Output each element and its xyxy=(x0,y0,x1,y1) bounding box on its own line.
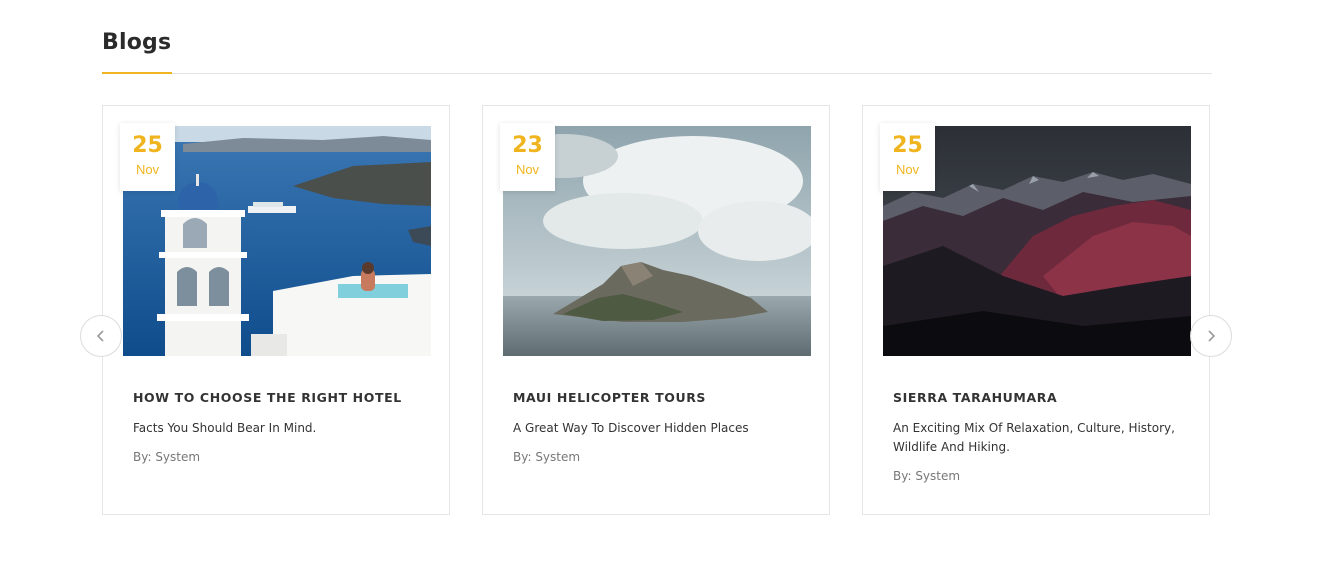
blog-card[interactable]: 25 Nov HOW TO CHOOSE THE RIGHT HOTEL Fac… xyxy=(102,105,450,515)
date-month: Nov xyxy=(515,162,540,177)
post-author: By: System xyxy=(133,450,201,464)
post-description: Facts You Should Bear In Mind. xyxy=(133,421,317,435)
date-day: 25 xyxy=(132,133,163,158)
carousel-next-button[interactable] xyxy=(1190,315,1232,357)
post-author: By: System xyxy=(893,469,961,483)
date-badge: 25 Nov xyxy=(880,123,935,191)
post-title[interactable]: SIERRA TARAHUMARA xyxy=(893,390,1193,405)
date-badge: 25 Nov xyxy=(120,123,175,191)
date-day: 23 xyxy=(512,133,543,158)
carousel-prev-button[interactable] xyxy=(80,315,122,357)
post-title[interactable]: MAUI HELICOPTER TOURS xyxy=(513,390,813,405)
blog-card[interactable]: 25 Nov SIERRA TARAHUMARA An Exciting Mix… xyxy=(862,105,1210,515)
blog-card[interactable]: 23 Nov MAUI HELICOPTER TOURS A Great Way… xyxy=(482,105,830,515)
title-accent-underline xyxy=(102,72,172,74)
date-day: 25 xyxy=(892,133,923,158)
title-divider xyxy=(102,73,1212,74)
post-description: An Exciting Mix Of Relaxation, Culture, … xyxy=(893,421,1175,454)
post-author: By: System xyxy=(513,450,581,464)
chevron-left-icon xyxy=(96,330,104,342)
section-title: Blogs xyxy=(102,30,172,55)
date-month: Nov xyxy=(895,162,920,177)
post-description: A Great Way To Discover Hidden Places xyxy=(513,421,749,435)
chevron-right-icon xyxy=(1208,330,1216,342)
date-badge: 23 Nov xyxy=(500,123,555,191)
date-month: Nov xyxy=(135,162,160,177)
post-title[interactable]: HOW TO CHOOSE THE RIGHT HOTEL xyxy=(133,390,433,405)
